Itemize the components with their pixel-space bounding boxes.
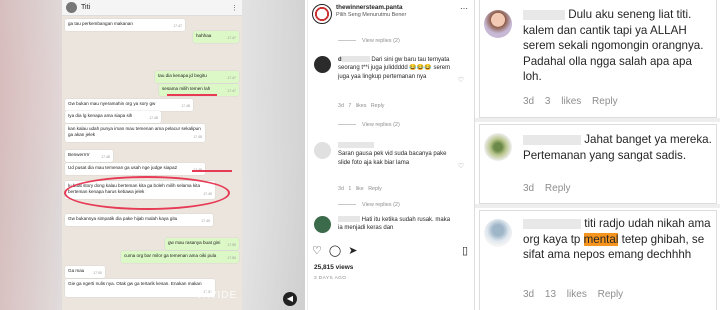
comment-text: Jahat banget ya mereka. Pertemanan yang … [523,133,712,162]
view-count: 25,815 views [314,264,354,271]
zoomed-comments-panel: Dulu aku seneng liat titi. kalem dan can… [474,0,720,310]
reply-link[interactable]: Reply [598,289,624,300]
chat-message: Gie ga ngerti nulis nya. Otak gw ga tert… [65,279,215,297]
post-header: thewinnersteam.panta Pilih Seng Menurutm… [308,0,471,28]
view-replies-link[interactable]: View replies (2) [338,122,400,128]
redacted-name [523,218,581,229]
divider [475,118,720,122]
chat-message: Gw bukannya simpatik dia pake hijab mala… [65,214,213,226]
chat-message: Ud pusat dia mau temenan ga usah nge jud… [65,163,205,175]
redacted-name [523,9,565,20]
red-highlight-circle [64,176,230,210]
comment-text: d Dari sini gw baru tau ternyata seorang… [338,56,451,80]
comment-text: Dulu aku seneng liat titi. kalem dan can… [523,8,704,84]
likes-count[interactable]: 13 likes [545,289,587,300]
commenter-avatar[interactable] [484,133,512,161]
instagram-comments-panel: thewinnersteam.panta Pilih Seng Menurutm… [307,0,471,310]
comment-text: Hati itu ketika sudah rusak. maka ia men… [338,216,451,232]
video-watermark: VAVIDE [196,290,238,301]
commenter-avatar[interactable] [314,142,331,159]
chat-message: gw mau rasanya buat gini 17.50 [165,238,239,250]
red-underline [192,170,232,172]
commenter-avatar[interactable] [484,10,512,38]
chat-message: cuma org bar milor ga temenan ama oiki p… [121,251,239,263]
reply-link[interactable]: Reply [592,96,618,107]
comment-card: Dulu aku seneng liat titi. kalem dan can… [479,0,717,118]
more-options-icon[interactable]: ⋯ [460,4,468,28]
commenter-avatar[interactable] [484,219,512,247]
chat-window: Titi ⋮ ga tau perkembangan makanan 17.47 … [62,0,242,310]
like-heart-icon[interactable]: ♡ [458,76,464,84]
chat-message: Iya dia lg kenapa ama siapa sih 17.48 [65,111,161,123]
highlighted-word: mental [583,232,619,246]
blur-background-right [235,0,305,310]
chat-header: Titi ⋮ [62,0,242,16]
share-icon[interactable]: ➤ [348,244,357,257]
view-replies-link[interactable]: View replies (2) [338,202,400,208]
comment-meta: 3d 3 likes Reply [523,96,618,107]
chat-message: Ga mau 17.50 [65,266,105,278]
commenter-avatar[interactable] [314,216,331,233]
chat-message: Benwerrrrr 17.48 [65,150,113,162]
chat-message: Gw bukan mau nyeramahin org ya sory gw 17… [65,99,193,111]
profile-avatar[interactable] [312,4,332,24]
chat-message: tau dia kenapa jd begitu 17.47 [155,71,239,83]
comment-text: titi radjo udah nikah ama org kaya tp me… [523,217,711,262]
comment-meta: 3d Reply [523,183,571,194]
blur-background-left [0,0,70,310]
comment-icon[interactable]: ◯ [329,244,341,257]
action-bar: ♡ ◯ ➤ ▯ [312,243,468,257]
like-heart-icon[interactable]: ♡ [458,162,464,170]
commenter-avatar[interactable] [314,56,331,73]
chat-screenshot-video: Titi ⋮ ga tau perkembangan makanan 17.47 … [0,0,305,310]
redacted-name [341,56,370,63]
more-icon[interactable]: ⋮ [231,4,238,12]
divider [475,204,720,208]
mute-icon[interactable]: ◀ [283,292,297,306]
view-replies-link[interactable]: View replies (2) [338,38,400,44]
redacted-name [523,134,581,145]
bookmark-icon[interactable]: ▯ [462,244,468,257]
redacted-name [338,216,360,223]
post-subtitle: Pilih Seng Menurutmu Bener [336,12,407,18]
redacted-name [338,142,374,149]
chat-message: ga tau perkembangan makanan 17.47 [65,19,185,31]
comment-meta[interactable]: 3d 1 like Reply [338,186,382,192]
reply-link[interactable]: Reply [545,183,571,194]
contact-avatar [66,2,77,13]
chat-message: kan kalau udah punya iman mau temenan am… [65,124,205,142]
likes-count[interactable]: 3 likes [545,96,581,107]
comment-card: Jahat banget ya mereka. Pertemanan yang … [479,124,717,204]
username[interactable]: thewinnersteam.panta [336,4,406,11]
red-underline [167,94,217,96]
comment-text: Saran gausa pek vid suda bacanya pake sl… [338,142,456,167]
chat-message: hahhaa 17.47 [193,31,239,43]
comment-meta[interactable]: 3d 7 likes Reply [338,103,384,109]
post-author: thewinnersteam.panta Pilih Seng Menurutm… [336,4,406,28]
comment-card: titi radjo udah nikah ama org kaya tp me… [479,210,717,310]
comment-meta: 3d 13 likes Reply [523,289,624,300]
post-age: 3 DAYS AGO [314,276,347,281]
heart-icon[interactable]: ♡ [312,244,322,257]
contact-name: Titi [81,4,91,11]
